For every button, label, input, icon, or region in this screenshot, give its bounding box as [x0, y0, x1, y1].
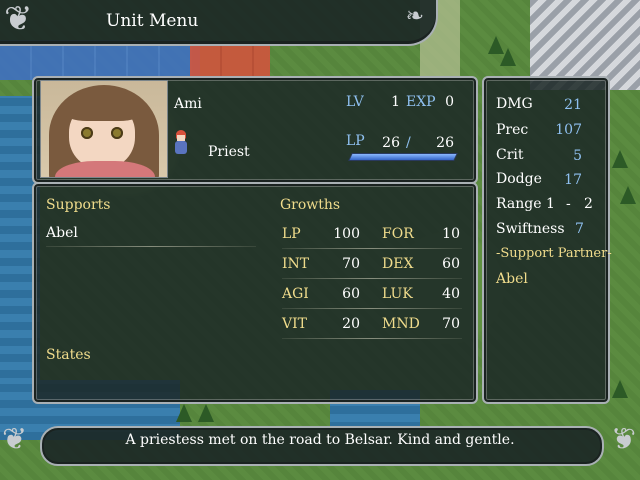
unit-description: A priestess met on the road to Belsar. K… — [125, 432, 515, 448]
support-partner-label: -Support Partner- — [496, 246, 612, 261]
growth-label: FOR — [382, 226, 414, 242]
dodge-label: Dodge — [496, 171, 542, 187]
lp-max: 26 — [436, 135, 454, 151]
unit-sprite-icon — [174, 130, 188, 156]
lp-label: LP — [346, 133, 365, 149]
lp-bar — [348, 153, 458, 161]
prec-value: 107 — [555, 122, 582, 138]
crit-label: Crit — [496, 147, 524, 163]
support-item: Abel — [46, 225, 78, 241]
lp-separator: / — [406, 135, 411, 151]
range-max: 2 — [584, 196, 593, 212]
unit-name: Ami — [174, 96, 202, 112]
supports-label: Supports — [46, 197, 111, 213]
ornament-icon: ❦ — [4, 0, 33, 39]
growth-value: 10 — [442, 226, 460, 242]
lv-value: 1 — [391, 94, 400, 110]
growth-label: LUK — [382, 286, 413, 302]
growth-value: 60 — [342, 286, 360, 302]
growths-label: Growths — [280, 197, 341, 213]
title-bar: ❦ ❧ — [0, 0, 438, 46]
ornament-icon: ❧ — [405, 4, 424, 29]
growth-label: INT — [282, 256, 310, 272]
growth-value: 70 — [442, 316, 460, 332]
growth-label: MND — [382, 316, 420, 332]
unit-portrait — [40, 80, 168, 178]
dodge-value: 17 — [564, 172, 582, 188]
exp-value: 0 — [445, 94, 454, 110]
growth-label: AGI — [282, 286, 309, 302]
growth-label: DEX — [382, 256, 414, 272]
range-min: 1 — [546, 196, 555, 212]
attack-range-tiles — [190, 44, 270, 80]
swiftness-label: Swiftness — [496, 221, 565, 237]
growth-value: 100 — [333, 226, 360, 242]
support-partner-name: Abel — [496, 271, 528, 287]
states-label: States — [46, 347, 91, 363]
lp-current: 26 — [382, 135, 400, 151]
growth-value: 20 — [342, 316, 360, 332]
description-bar: ❦ ❦ — [0, 420, 640, 480]
range-separator: - — [566, 196, 571, 212]
unit-class: Priest — [208, 144, 250, 160]
dmg-value: 21 — [564, 97, 582, 113]
dmg-label: DMG — [496, 96, 533, 112]
growth-value: 60 — [442, 256, 460, 272]
lv-label: LV — [346, 94, 364, 110]
growth-label: LP — [282, 226, 301, 242]
swiftness-value: 7 — [575, 221, 584, 237]
crit-value: 5 — [573, 148, 582, 164]
prec-label: Prec — [496, 122, 529, 138]
growth-value: 40 — [442, 286, 460, 302]
growth-value: 70 — [342, 256, 360, 272]
page-title: Unit Menu — [106, 11, 199, 31]
growth-label: VIT — [282, 316, 307, 332]
movement-range-tiles — [0, 40, 200, 80]
range-label: Range — [496, 196, 542, 212]
